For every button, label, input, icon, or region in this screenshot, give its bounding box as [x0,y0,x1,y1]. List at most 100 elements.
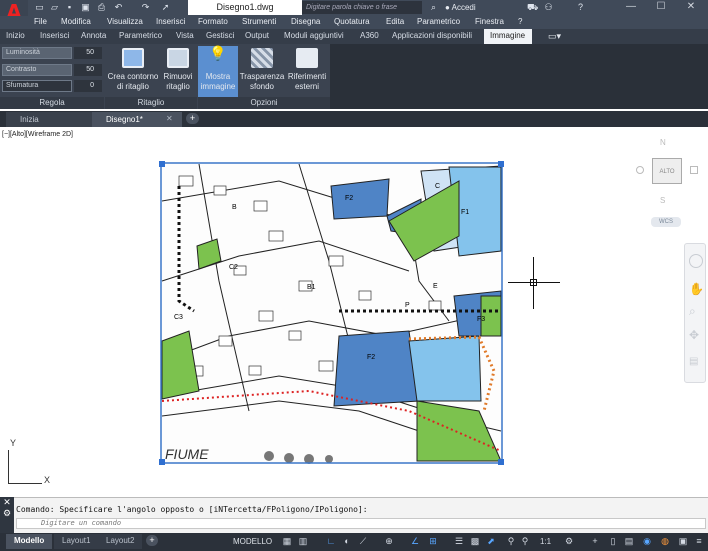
menu-quotatura[interactable]: Quotatura [334,17,370,26]
save-as-icon[interactable]: ▣ [80,2,91,13]
zoom-icon[interactable]: ⌕ [689,304,696,319]
tab-a360[interactable]: A360 [360,31,379,40]
new-file-icon[interactable]: ▭ [34,2,45,13]
isodraft-icon[interactable]: ⟋ [358,536,368,547]
crea-contorno-button[interactable]: Crea contorno di ritaglio [106,46,160,98]
mostra-immagine-button[interactable]: 💡 Mostra immagine [198,46,238,98]
viewcube-south[interactable]: S [660,196,665,205]
print-icon[interactable]: ⎙ [96,2,107,13]
tab-layout1[interactable]: Layout1 [54,534,99,549]
steering-wheel-icon[interactable] [689,254,703,268]
panel-title-regola[interactable]: Regola [0,97,104,109]
rimuovi-ritaglio-button[interactable]: Rimuovi ritaglio [160,46,196,98]
panel-title-ritaglio[interactable]: Ritaglio [105,97,197,109]
tab-inizio[interactable]: Inizio [6,31,25,40]
lock-ui-icon[interactable]: ◉ [642,536,652,547]
minimize-button[interactable]: — [616,0,646,15]
sfumatura-value[interactable]: 0 [74,80,102,92]
save-icon[interactable]: ▪ [64,2,75,13]
units-icon[interactable]: ▯ [608,536,618,547]
share-icon[interactable]: ➚ [160,2,171,13]
help-icon[interactable]: ? [575,2,586,13]
new-tab-button[interactable]: + [186,113,199,124]
tab-layout2[interactable]: Layout2 [98,534,143,549]
selection-cycling-icon[interactable]: ⬈ [486,536,496,547]
menu-finestra[interactable]: Finestra [475,17,504,26]
viewcube-west-icon[interactable] [636,166,644,174]
model-space-button[interactable]: MODELLO [233,535,277,549]
menu-modifica[interactable]: Modifica [61,17,91,26]
tab-vista[interactable]: Vista [176,31,194,40]
wcs-menu[interactable]: WCS [651,217,681,227]
sign-in-button[interactable]: ● Accedi [445,1,520,14]
contrasto-value[interactable]: 50 [74,64,102,76]
contrasto-slider[interactable]: Contrasto [2,64,72,76]
close-button[interactable]: ✕ [676,0,706,15]
osnap-icon[interactable]: ⊕ [384,536,394,547]
menu-edita[interactable]: Edita [386,17,404,26]
showmotion-icon[interactable]: ▤ [689,356,698,367]
tab-applicazioni[interactable]: Applicazioni disponibili [392,31,472,40]
dynucs-icon[interactable]: ⊞ [428,536,438,547]
luminosita-value[interactable]: 50 [74,47,102,59]
menu-formato[interactable]: Formato [198,17,228,26]
menu-strumenti[interactable]: Strumenti [242,17,276,26]
open-file-icon[interactable]: ▱ [49,2,60,13]
tab-modello[interactable]: Modello [6,534,53,549]
hardware-acceleration-icon[interactable]: ▣ [678,536,688,547]
pan-icon[interactable]: ✋ [689,282,704,296]
menu-inserisci[interactable]: Inserisci [156,17,185,26]
close-tab-icon[interactable]: ✕ [166,114,173,123]
trasparenza-sfondo-button[interactable]: Trasparenza sfondo [239,46,285,98]
annotation-monitor-icon[interactable]: + [590,536,600,547]
lineweight-icon[interactable]: ☰ [454,536,464,547]
map-image[interactable]: F2 F1 C B C2 B1 F2 C3 P E F3 FIUME [159,161,504,465]
riferimenti-esterni-button[interactable]: Riferimenti esterni [285,46,329,98]
ortho-icon[interactable]: ∟ [326,536,336,547]
tab-output[interactable]: Output [245,31,269,40]
annotation-scale[interactable]: 1:1 [540,536,551,547]
viewcube-face[interactable]: ALTO [652,158,682,184]
sfumatura-slider[interactable]: Sfumatura [2,80,72,92]
customize-menu-icon[interactable]: ≡ [694,536,704,547]
add-layout-button[interactable]: + [146,535,158,546]
grip-top-right[interactable] [498,161,504,167]
tab-moduli[interactable]: Moduli aggiuntivi [284,31,344,40]
panel-title-opzioni[interactable]: Opzioni [198,97,330,109]
redo-icon[interactable]: ↷ [140,2,151,13]
annotation-visibility-icon[interactable]: ⚲ [506,536,516,547]
ribbon-toggle-icon[interactable]: ▭▾ [548,31,561,42]
exchange-icon[interactable]: ⚇ [543,2,554,13]
viewcube-east-icon[interactable] [690,166,698,174]
undo-icon[interactable]: ↶ [113,2,124,13]
tab-annota[interactable]: Annota [81,31,106,40]
tab-parametrico[interactable]: Parametrico [119,31,162,40]
grid-icon[interactable]: ▦ [282,536,292,547]
binoculars-icon[interactable]: ⌕ [428,2,439,13]
tab-gestisci[interactable]: Gestisci [206,31,234,40]
luminosita-slider[interactable]: Luminosità [2,47,72,59]
snap-icon[interactable]: ▥ [298,536,308,547]
menu-parametrico[interactable]: Parametrico [417,17,460,26]
menu-file[interactable]: File [34,17,47,26]
command-input[interactable]: Digitare un comando [16,518,706,529]
polar-icon[interactable]: ◐ [342,536,352,547]
menu-visualizza[interactable]: Visualizza [107,17,143,26]
viewport-controls[interactable]: [−][Alto][Wireframe 2D] [2,131,73,138]
tab-inserisci[interactable]: Inserisci [40,31,69,40]
maximize-button[interactable]: ☐ [646,0,676,15]
cart-icon[interactable]: ⛟ [527,2,538,13]
auto-scale-icon[interactable]: ⚲ [520,536,530,547]
tab-immagine[interactable]: Immagine [484,29,532,44]
grip-top-left[interactable] [159,161,165,167]
isolate-objects-icon[interactable]: ◍ [660,536,670,547]
command-close-button[interactable]: ✕ ⚙ [0,497,14,533]
search-input[interactable]: Digitare parola chiave o frase [302,1,422,14]
viewcube-north[interactable]: N [660,138,666,147]
menu-help[interactable]: ? [518,17,522,26]
workspace-gear-icon[interactable]: ⚙ [564,536,574,547]
orbit-icon[interactable]: ✥ [689,328,699,342]
otrack-icon[interactable]: ∠ [410,536,420,547]
tab-inizia[interactable]: Inizia [6,112,94,127]
grip-bottom-left[interactable] [159,459,165,465]
